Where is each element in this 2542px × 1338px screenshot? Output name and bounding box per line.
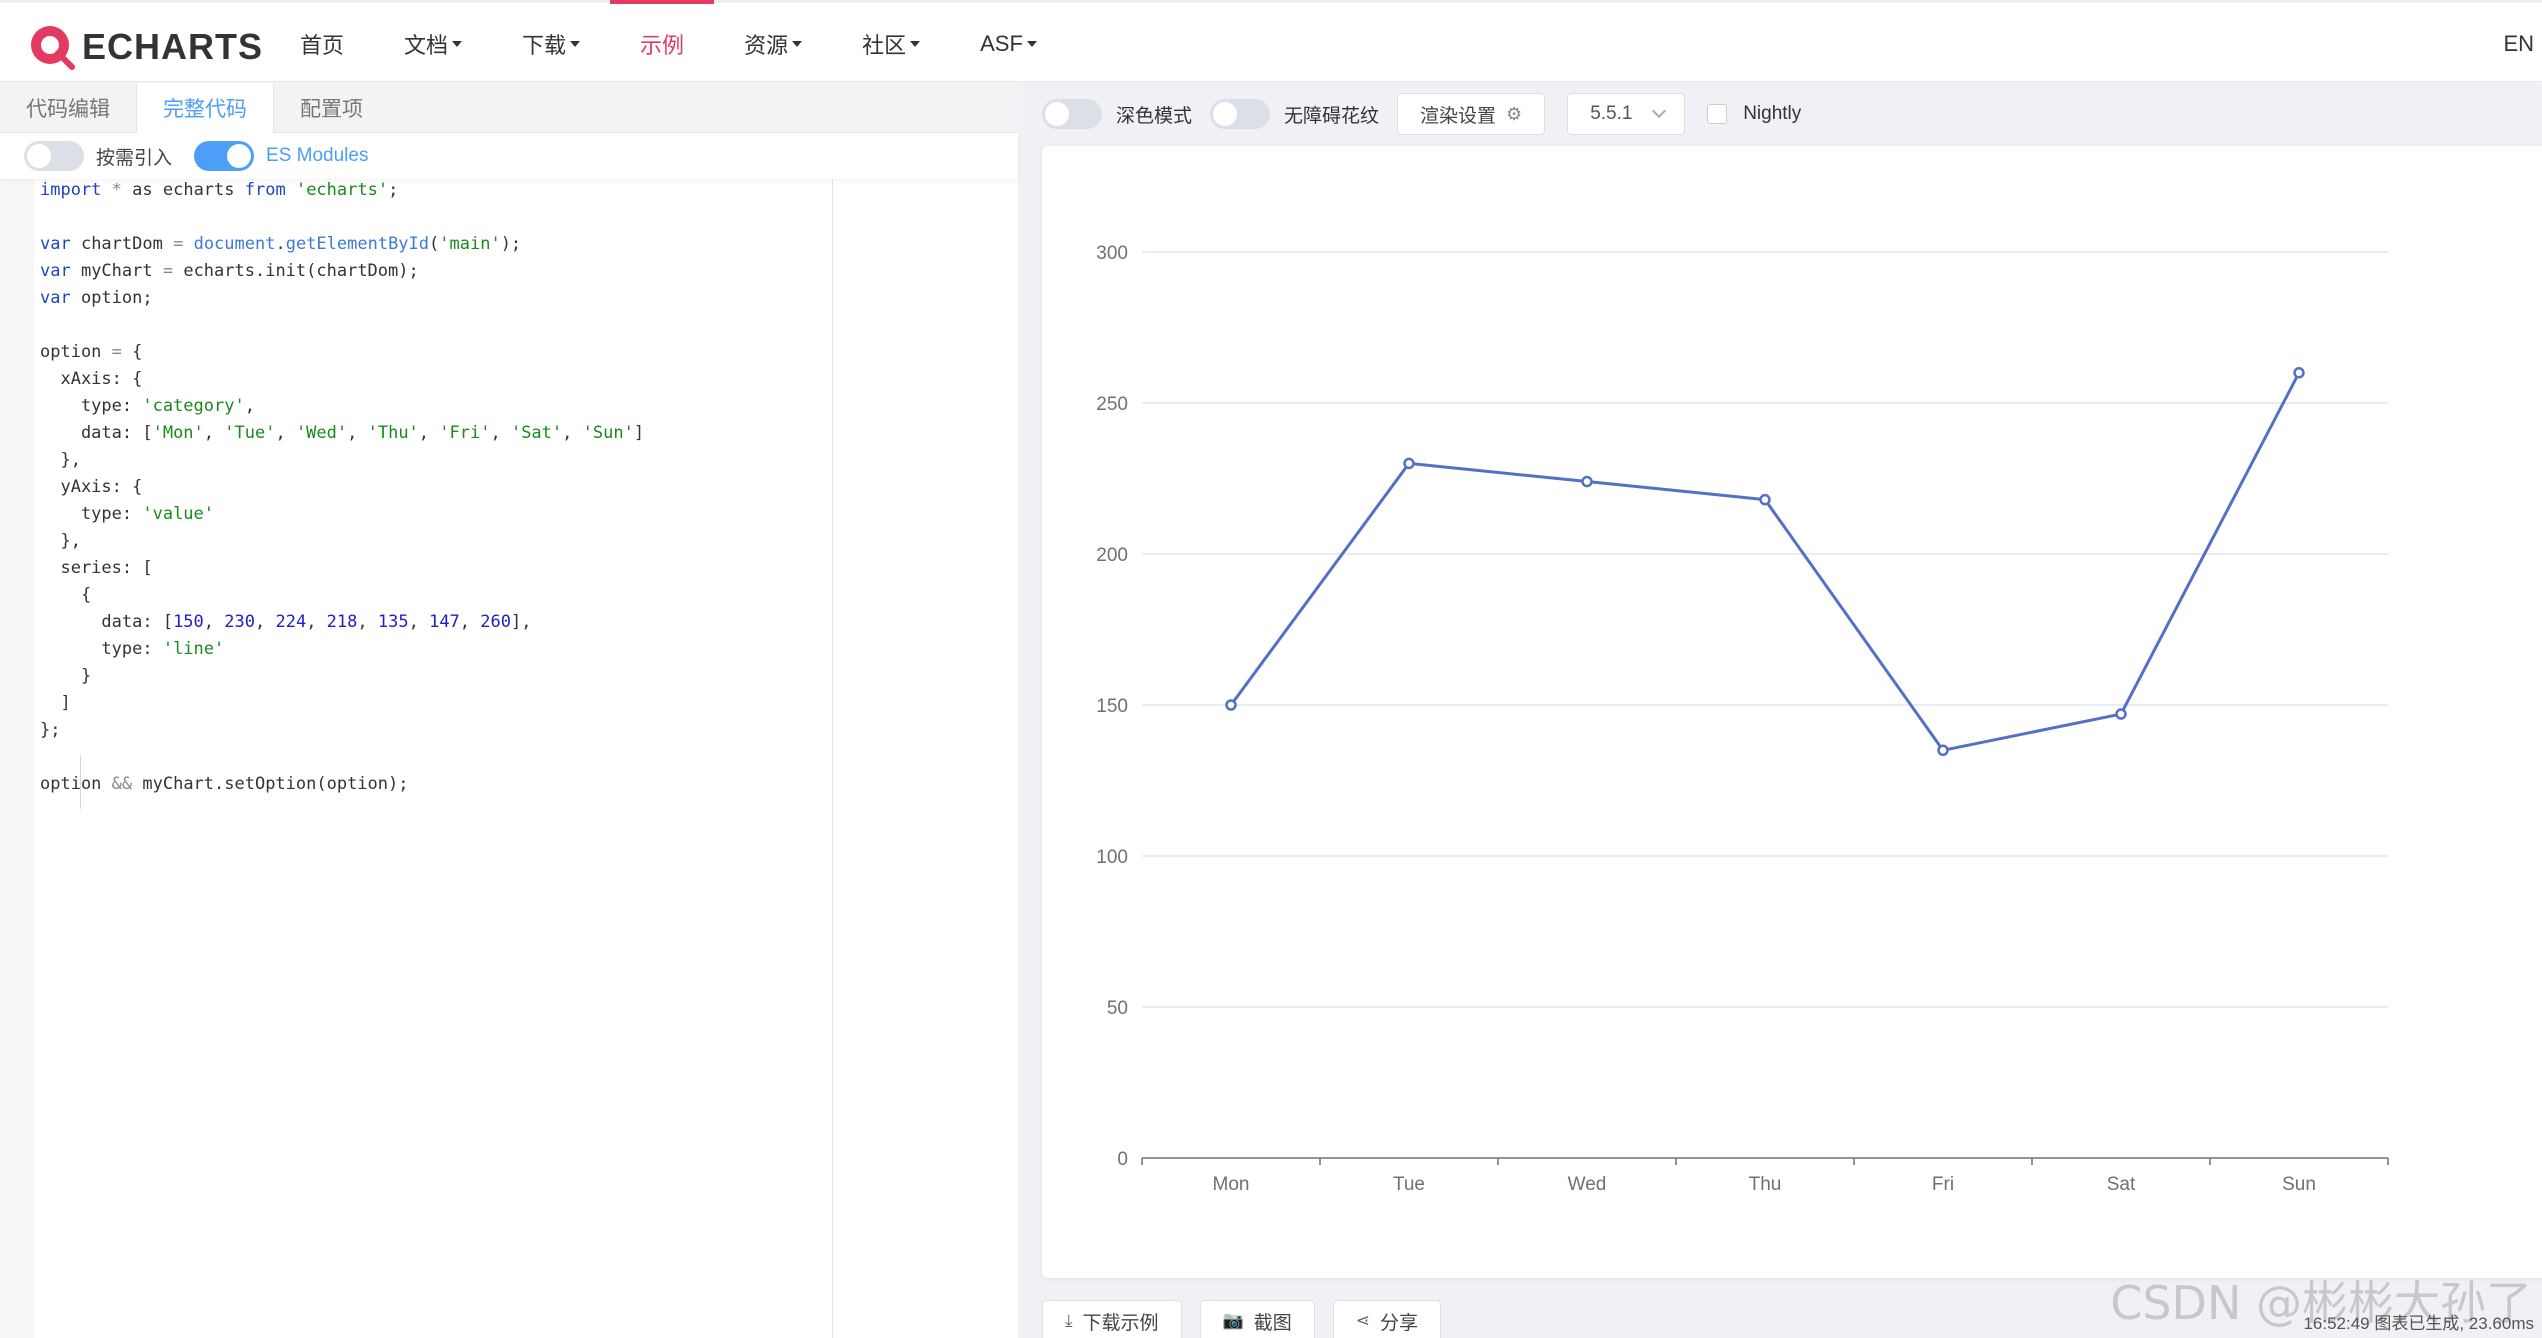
caret-down-icon [1026,41,1037,47]
nav-item-label: 首页 [300,33,345,58]
nav-item-label: 文档 [404,33,449,58]
toggle-label-0: 按需引入 [96,147,173,169]
data-point [2115,708,2127,720]
y-tick-label: 250 [1096,394,1128,415]
caret-down-icon [570,41,581,47]
nav-item-1[interactable]: 文档 [374,3,492,85]
editor-tab-2[interactable]: 配置项 [274,83,389,133]
nav-item-3[interactable]: 示例 [610,0,715,85]
render-status: 16:52:49 图表已生成, 23.60ms [2303,1314,2534,1333]
chart-container: 0 50 100 150 200 250 300 Mon Tue Wed Thu Fri Sat Sun [1042,146,2542,1278]
data-point [1581,475,1593,488]
caret-down-icon [452,41,463,47]
editor-gutter [0,179,34,1338]
x-tick-label: Sat [2107,1174,2136,1195]
preview-actions: ⤓ 下载示例 📷 截图 ⋖ 分享 [1042,1300,1459,1338]
toggle-switch-1[interactable] [194,141,255,171]
nav-item-0[interactable]: 首页 [270,3,374,85]
dark-mode-label: 深色模式 [1116,105,1193,127]
share-button[interactable]: ⋖ 分享 [1332,1300,1441,1338]
data-point [1225,699,1237,711]
editor-tab-1[interactable]: 完整代码 [136,83,274,133]
aria-pattern-switch[interactable] [1210,99,1271,129]
gear-icon: ⚙ [1506,103,1523,124]
share-icon: ⋖ [1355,1311,1370,1330]
y-tick-label: 0 [1117,1149,1128,1170]
nav-item-2[interactable]: 下载 [492,3,610,85]
nav-item-label: 示例 [640,33,685,58]
editor-tabs: 代码编辑 完整代码 配置项 [0,83,1018,133]
preview-controls: 深色模式 无障碍花纹 渲染设置 ⚙ 5.5.1 Nightly [1042,91,1819,137]
data-point [1403,457,1415,470]
echarts-logo[interactable]: ECHARTS [28,21,263,73]
y-tick-label: 300 [1096,243,1128,264]
data-point [1759,493,1771,506]
series-line [1229,372,2301,752]
data-point [2293,367,2305,379]
x-tick-label: Wed [1568,1174,1607,1195]
code-editor[interactable]: import * as echarts from 'echarts'; var … [40,177,830,798]
nightly-checkbox[interactable] [1707,104,1728,124]
y-tick-label: 150 [1096,696,1128,717]
dark-mode-switch[interactable] [1042,99,1102,129]
y-tick-label: 50 [1107,998,1128,1019]
x-tick-label: Mon [1213,1174,1250,1195]
x-tick-label: Thu [1749,1174,1782,1195]
code-panel: 代码编辑 完整代码 配置项 按需引入 ES Modules import * as e… [0,83,1018,1338]
render-settings-button[interactable]: 渲染设置 ⚙ [1397,93,1546,135]
camera-icon: 📷 [1222,1311,1244,1330]
editor-tab-0[interactable]: 代码编辑 [0,83,136,133]
caret-down-icon [792,41,803,47]
preview-panel: 深色模式 无障碍花纹 渲染设置 ⚙ 5.5.1 Nightly 0 50 100 15… [1018,83,2542,1338]
render-settings-label: 渲染设置 [1420,105,1497,127]
top-navbar: ECHARTS 首页 文档 下载 示例 资源 社区 ASF EN [0,0,2542,82]
download-icon: ⤓ [1065,1311,1073,1330]
caret-down-icon [910,41,921,47]
nav-item-label: 社区 [862,33,907,58]
nav-item-4[interactable]: 资源 [714,3,832,85]
nav-item-label: ASF [980,31,1023,56]
toggle-label-1: ES Modules [266,145,369,166]
echarts-logo-icon [31,26,75,70]
toggle-switch-0[interactable] [24,141,84,171]
nav-item-5[interactable]: 社区 [832,3,950,85]
nav-item-6[interactable]: ASF [950,3,1067,85]
x-tick-label: Sun [2282,1174,2316,1195]
share-label: 分享 [1379,1312,1418,1334]
y-tick-label: 100 [1096,847,1128,868]
import-options: 按需引入 ES Modules [0,133,1018,179]
chevron-down-icon [1652,103,1667,119]
version-select[interactable]: 5.5.1 [1567,93,1686,135]
version-value: 5.5.1 [1590,103,1633,124]
line-chart: 0 50 100 150 200 250 300 Mon Tue Wed Thu Fri Sat Sun [1096,243,2389,1195]
screenshot-label: 截图 [1253,1312,1292,1334]
screenshot-button[interactable]: 📷 截图 [1199,1300,1315,1338]
brand-name: ECHARTS [82,26,264,67]
x-tick-label: Tue [1393,1174,1425,1195]
data-point [1937,744,1949,757]
download-example-label: 下载示例 [1082,1312,1159,1334]
main-menu: 首页 文档 下载 示例 资源 社区 ASF [270,0,1067,85]
language-switch[interactable]: EN [2503,3,2534,85]
nav-item-label: 资源 [744,33,789,58]
nightly-label: Nightly [1743,103,1802,124]
aria-pattern-label: 无障碍花纹 [1284,105,1380,127]
x-tick-label: Fri [1932,1174,1954,1195]
nav-item-label: 下载 [522,33,567,58]
download-example-button[interactable]: ⤓ 下载示例 [1042,1300,1182,1338]
y-tick-label: 200 [1096,545,1128,566]
print-margin-line [832,179,833,1338]
